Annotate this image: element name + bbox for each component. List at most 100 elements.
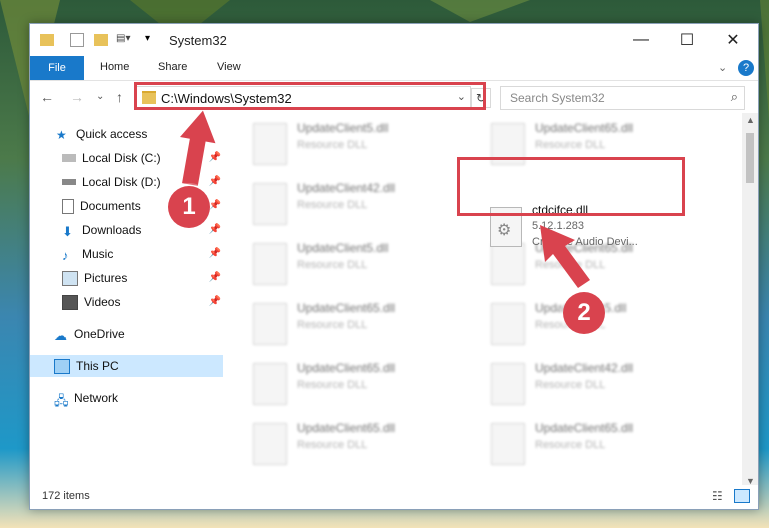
music-icon: ♪ [62,247,69,263]
pin-icon: 📌 [208,152,221,163]
dll-file-icon [253,243,287,285]
dll-file-icon [491,363,525,405]
file-item[interactable]: UpdateClient65.dll Resource DLL [249,299,479,353]
dll-file-icon [491,303,525,345]
tab-home[interactable]: Home [100,61,129,73]
file-explorer-window: ▤▾ ▾ System32 — ☐ ✕ File Home Share View… [29,23,759,510]
pin-icon: 📌 [208,248,221,259]
sidebar-item-label: This PC [76,359,119,373]
file-name: UpdateClient42.dll [535,361,634,375]
file-item[interactable]: UpdateClient42.dll Resource DLL [249,179,479,233]
file-type: Resource DLL [535,379,606,391]
file-type: Resource DLL [535,439,606,451]
step-1-badge: 1 [168,186,210,228]
expand-ribbon-icon[interactable]: ⌄ [718,61,727,74]
recent-dropdown-icon[interactable]: ⌄ [96,91,104,102]
file-item[interactable]: UpdateClient65.dll Resource DLL [487,419,717,473]
search-placeholder: Search System32 [510,91,605,105]
scroll-up-icon[interactable]: ▲ [746,115,755,125]
address-highlight-box [134,82,486,110]
sidebar-item-label: Downloads [82,223,142,237]
pictures-icon [62,270,78,286]
file-type: Resource DLL [535,139,606,151]
dll-file-icon [253,423,287,465]
sidebar-item-music[interactable]: ♪ Music 📌 [30,243,223,265]
sidebar-item-label: OneDrive [74,327,125,341]
file-type: Resource DLL [297,379,368,391]
back-button[interactable]: ← [40,89,54,105]
sidebar-item-label: Music [82,247,114,261]
pin-icon: 📌 [208,272,221,283]
sidebar-item-videos[interactable]: Videos 📌 [30,291,223,313]
file-name: UpdateClient65.dll [535,121,634,135]
vertical-scrollbar[interactable]: ▲ ▼ [742,113,758,488]
drive-icon [62,154,76,162]
tab-share[interactable]: Share [158,61,187,73]
scrollbar-thumb[interactable] [746,133,754,183]
pin-icon: 📌 [208,224,221,235]
sidebar-item-label: Local Disk (C:) [82,151,161,165]
sidebar-item-label: Quick access [76,127,148,141]
tab-file[interactable]: File [30,56,84,80]
pin-icon: 📌 [208,200,221,211]
file-name: UpdateClient42.dll [297,181,396,195]
pin-icon: 📌 [208,296,221,307]
sidebar-item-onedrive[interactable]: ☁ OneDrive [30,323,223,345]
pin-icon: 📌 [208,176,221,187]
up-button[interactable]: ↑ [116,89,123,105]
forward-button[interactable]: → [70,89,84,105]
sidebar-item-pictures[interactable]: Pictures 📌 [30,267,223,289]
file-item[interactable]: UpdateClient5.dll Resource DLL [249,119,479,173]
videos-icon [62,294,78,310]
file-item[interactable]: UpdateClient65.dll Resource DLL [249,359,479,413]
status-bar: 172 items ☷ [30,485,758,509]
file-item[interactable]: UpdateClient5.dll Resource DLL [249,239,479,293]
ribbon-tabs: File Home Share View ⌄ ? [30,56,758,81]
item-count: 172 items [42,490,90,502]
details-view-icon[interactable]: ☷ [712,489,723,503]
sidebar-item-local-disk-c[interactable]: Local Disk (C:) 📌 [30,147,223,169]
file-version: 5.12.1.283 [532,220,584,232]
minimize-button[interactable]: — [618,24,664,56]
dll-file-icon [491,423,525,465]
sidebar-item-network[interactable]: 🖧 Network [30,387,223,409]
documents-icon [62,198,74,214]
file-name: UpdateClient65.dll [297,421,396,435]
computer-icon [54,358,70,374]
file-item[interactable]: UpdateClient42.dll Resource DLL [487,359,717,413]
star-icon: ★ [56,127,67,142]
navigation-pane: ★ Quick access Local Disk (C:) 📌 Local D… [30,113,223,483]
sidebar-item-label: Pictures [84,271,128,285]
maximize-button[interactable]: ☐ [664,24,710,56]
sidebar-item-label: Network [74,391,119,405]
window-title: System32 [169,33,227,48]
dll-file-icon [253,183,287,225]
close-button[interactable]: ✕ [710,24,756,56]
search-icon: ⌕ [730,89,738,104]
file-type: Resource DLL [535,259,606,271]
large-icons-view-icon[interactable] [734,489,750,503]
file-name: UpdateClient65.dll [297,361,396,375]
search-input[interactable]: Search System32 ⌕ [500,86,745,110]
dropdown-icon[interactable]: ▾ [145,33,150,49]
help-icon[interactable]: ? [738,60,754,76]
tab-view[interactable]: View [217,61,241,73]
folder-icon [40,34,54,46]
dll-file-icon [253,303,287,345]
sidebar-item-label: Local Disk (D:) [82,175,161,189]
sidebar-item-quick-access[interactable]: ★ Quick access [30,123,223,145]
file-name: UpdateClient5.dll [297,241,389,255]
file-type: Resource DLL [297,259,368,271]
file-name: UpdateClient65.dll [297,301,396,315]
properties-icon[interactable] [70,33,84,47]
gear-icon: ⚙ [497,222,512,239]
file-name: UpdateClient65.dll [535,421,634,435]
drive-icon [62,179,76,185]
file-name: UpdateClient5.dll [297,121,389,135]
new-folder-icon[interactable] [94,34,108,46]
sidebar-item-this-pc[interactable]: This PC [30,355,223,377]
file-type: Resource DLL [297,439,368,451]
sidebar-item-label: Videos [84,295,121,309]
customize-toolbar-icon[interactable]: ▤▾ [116,33,140,49]
file-item[interactable]: UpdateClient65.dll Resource DLL [249,419,479,473]
